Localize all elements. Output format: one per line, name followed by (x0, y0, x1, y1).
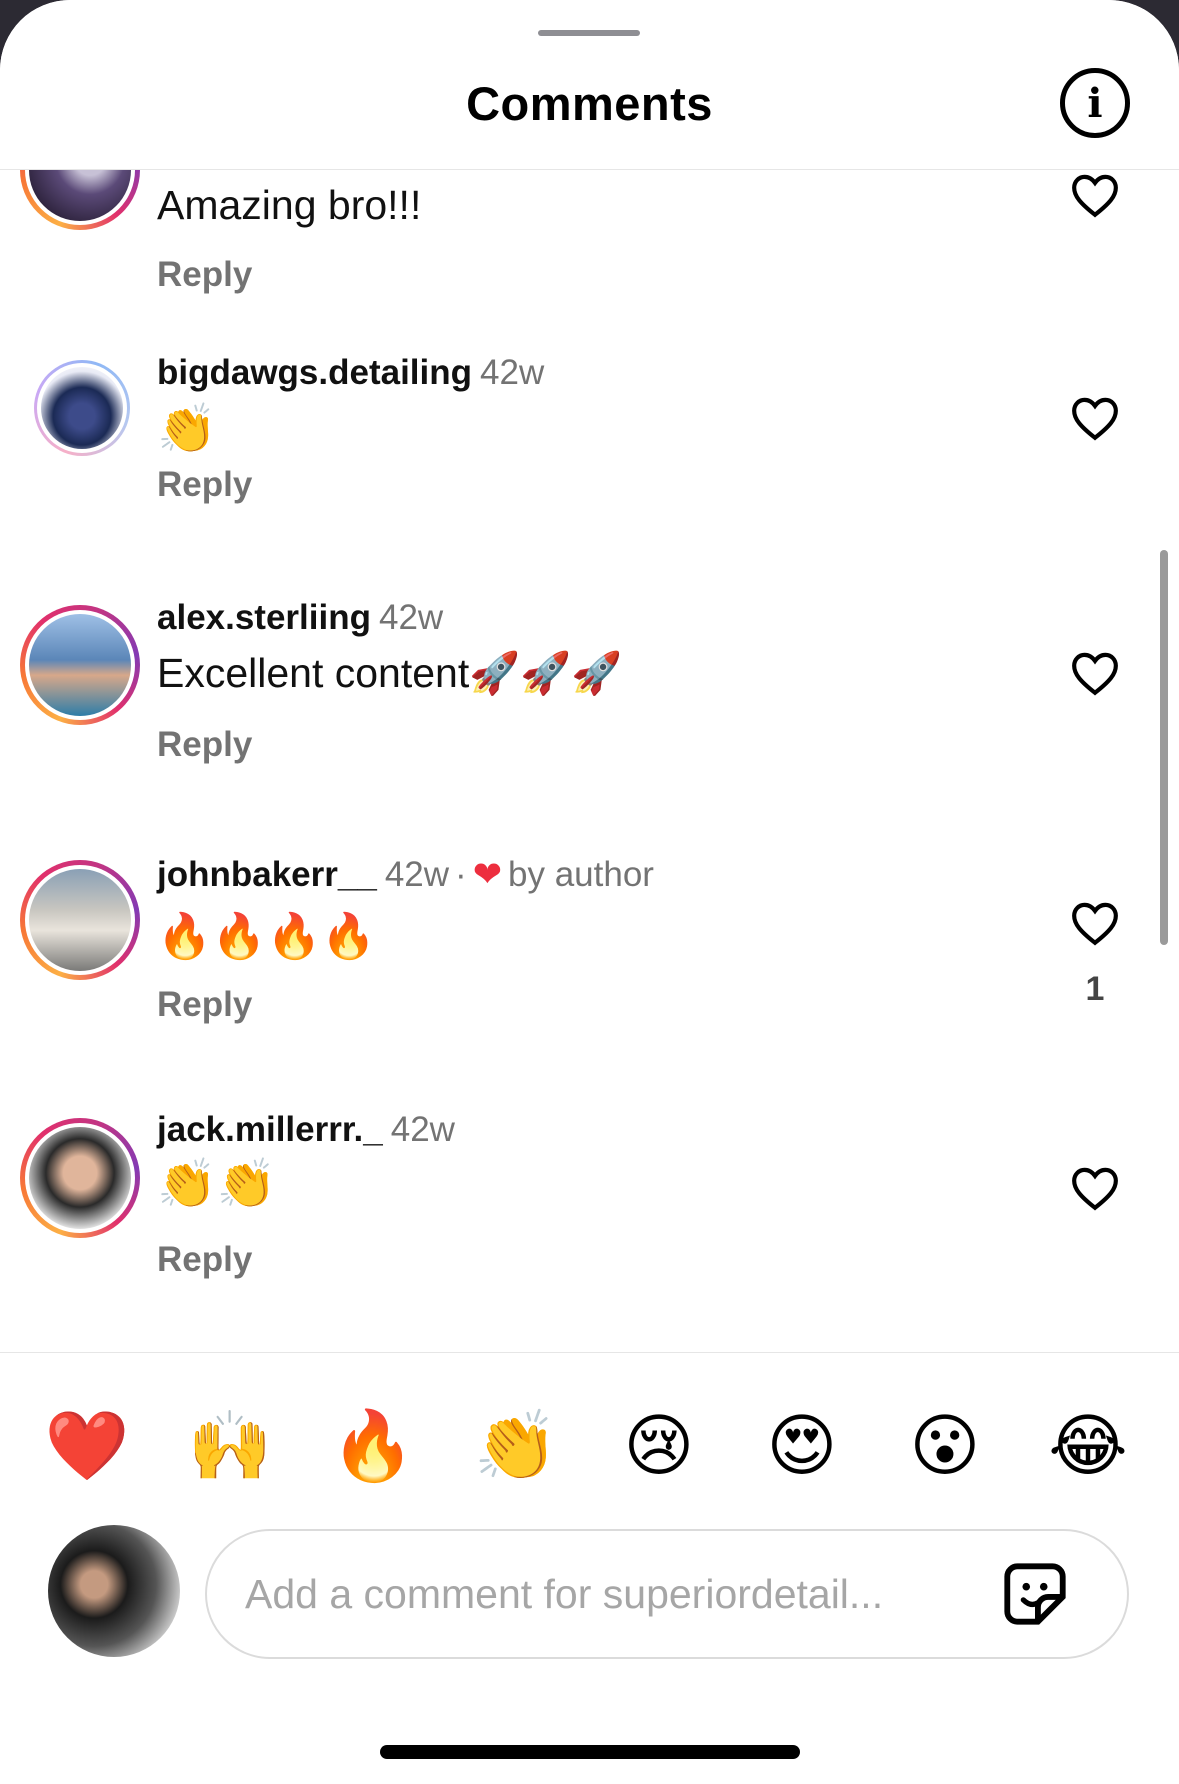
reaction-heart[interactable]: ❤️ (42, 1401, 132, 1491)
quick-reactions-bar: ❤️ 🙌 🔥 👏 😢 😍 😮 😂 (0, 1352, 1179, 1532)
reaction-clap[interactable]: 👏 (471, 1401, 561, 1491)
username[interactable]: alex.sterliing (157, 598, 371, 637)
reply-button[interactable]: Reply (157, 725, 252, 765)
comment-item: bigdawgs.detailing 42w 👏 Reply (0, 353, 1179, 615)
liked-by-author-label: by author (508, 855, 654, 894)
comment-composer: Add a comment for superiordetail... (0, 1525, 1179, 1665)
comment-item: alex.sterliing 42w Excellent content🚀🚀🚀 R… (0, 598, 1179, 870)
timestamp: 42w (390, 1110, 455, 1149)
timestamp: 42w (384, 855, 450, 894)
reaction-heart-eyes[interactable]: 😍 (757, 1401, 847, 1491)
drag-handle[interactable] (538, 30, 640, 36)
author-heart-icon: ❤ (472, 855, 503, 894)
username[interactable]: bigdawgs.detailing (157, 353, 472, 392)
reaction-raising-hands[interactable]: 🙌 (185, 1401, 275, 1491)
comment-input-placeholder: Add a comment for superiordetail... (245, 1571, 884, 1617)
heart-icon[interactable] (1070, 172, 1120, 218)
timestamp: 42w (378, 598, 444, 637)
avatar[interactable] (20, 1118, 140, 1238)
avatar[interactable] (20, 170, 140, 230)
username[interactable]: johnbakerr__ (157, 855, 377, 894)
heart-icon[interactable] (1070, 1165, 1120, 1211)
comment-item: Amazing bro!!! Reply (0, 170, 1179, 365)
avatar[interactable] (34, 360, 130, 456)
avatar[interactable] (20, 605, 140, 725)
comment-username-line: alex.sterliing 42w (157, 598, 443, 638)
heart-icon[interactable] (1070, 650, 1120, 696)
reply-button[interactable]: Reply (157, 465, 252, 505)
comment-text: Excellent content🚀🚀🚀 (157, 650, 623, 696)
comment-text: Amazing bro!!! (157, 182, 422, 228)
reply-button[interactable]: Reply (157, 1240, 252, 1280)
sheet-header: Comments i (0, 0, 1179, 170)
comment-username-line: jack.millerrr._ 42w (157, 1110, 455, 1150)
comment-text: 👏 (157, 403, 217, 456)
timestamp: 42w (480, 353, 545, 392)
comment-text: 🔥🔥🔥🔥 (157, 912, 377, 961)
reply-button[interactable]: Reply (157, 985, 252, 1025)
home-indicator[interactable] (380, 1745, 800, 1759)
like-count: 1 (1085, 970, 1105, 1008)
reaction-surprised[interactable]: 😮 (900, 1401, 990, 1491)
separator-dot: · (455, 855, 467, 894)
scrollbar[interactable] (1160, 550, 1168, 945)
reaction-fire[interactable]: 🔥 (328, 1401, 418, 1491)
comments-sheet: Comments i Amazing bro!!! Reply bigdawgs… (0, 0, 1179, 1784)
info-icon[interactable]: i (1060, 68, 1130, 138)
current-user-avatar (48, 1525, 180, 1657)
page-title: Comments (466, 77, 713, 130)
username[interactable]: jack.millerrr._ (157, 1110, 383, 1149)
comment-text: 👏👏 (157, 1158, 277, 1211)
reaction-crying[interactable]: 😢 (614, 1401, 704, 1491)
comment-input[interactable]: Add a comment for superiordetail... (205, 1529, 1129, 1659)
avatar[interactable] (20, 860, 140, 980)
heart-icon[interactable] (1070, 900, 1120, 946)
reaction-laughing[interactable]: 😂 (1043, 1401, 1133, 1491)
heart-icon[interactable] (1070, 395, 1120, 441)
comment-item: johnbakerr__ 42w · ❤ by author 🔥🔥🔥🔥 Reply 1 (0, 855, 1179, 1125)
comment-item: jack.millerrr._ 42w 👏👏 Reply (0, 1110, 1179, 1352)
comment-username-line: bigdawgs.detailing 42w (157, 353, 544, 393)
comment-list[interactable]: Amazing bro!!! Reply bigdawgs.detailing 4… (0, 170, 1179, 1352)
reply-button[interactable]: Reply (157, 255, 252, 295)
comment-username-line: johnbakerr__ 42w · ❤ by author (157, 855, 654, 895)
sticker-icon[interactable] (1000, 1559, 1070, 1629)
